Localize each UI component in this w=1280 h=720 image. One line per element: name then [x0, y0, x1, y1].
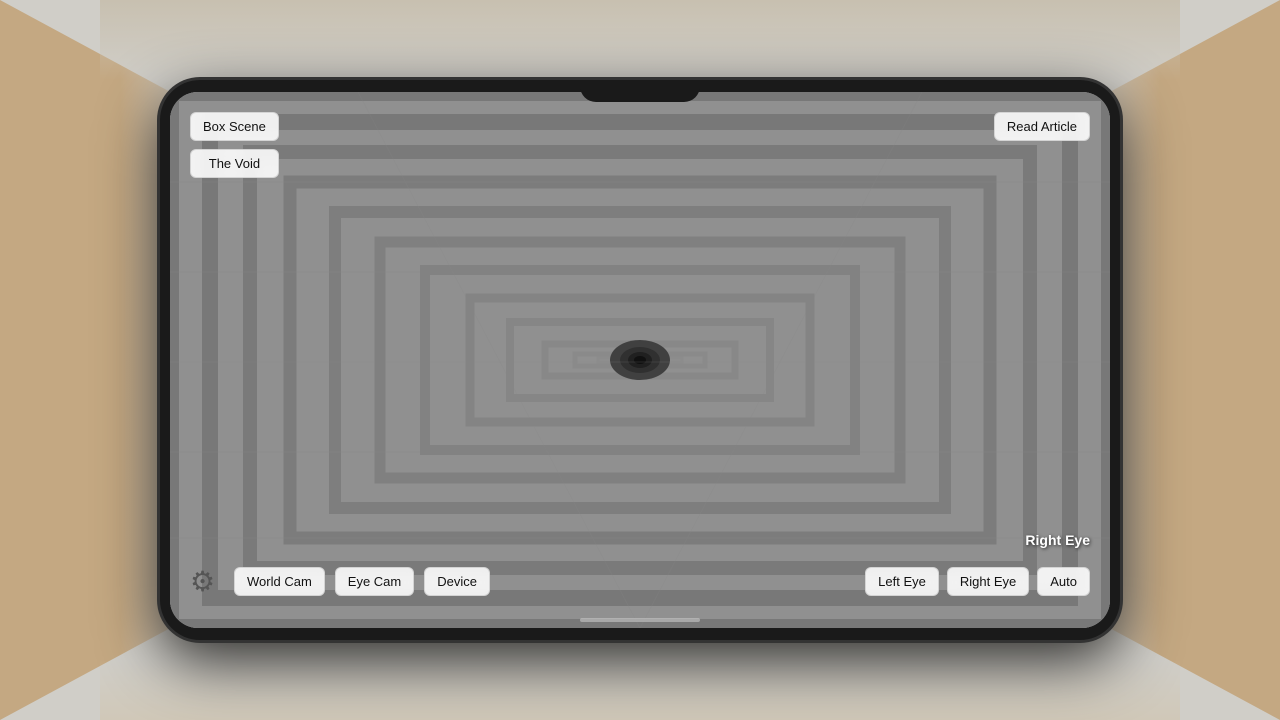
- world-cam-button[interactable]: World Cam: [234, 567, 325, 596]
- settings-icon[interactable]: ⚙: [190, 564, 224, 598]
- top-left-buttons: Box Scene The Void: [190, 112, 279, 178]
- bottom-controls: ⚙ World Cam Eye Cam Device Left Eye Righ…: [170, 564, 1110, 598]
- box-scene-button[interactable]: Box Scene: [190, 112, 279, 141]
- eye-cam-button[interactable]: Eye Cam: [335, 567, 414, 596]
- hand-bottom: [100, 660, 1180, 720]
- top-right-buttons: Read Article: [994, 112, 1090, 141]
- read-article-button[interactable]: Read Article: [994, 112, 1090, 141]
- home-indicator: [580, 618, 700, 622]
- phone-device: Box Scene The Void Read Article Right Ey…: [160, 80, 1120, 640]
- right-eye-button[interactable]: Right Eye: [947, 567, 1029, 596]
- active-view-label: Right Eye: [1025, 532, 1090, 548]
- phone-screen: Box Scene The Void Read Article Right Ey…: [170, 92, 1110, 628]
- bottom-right-controls: Left Eye Right Eye Auto: [865, 567, 1090, 596]
- the-void-button[interactable]: The Void: [190, 149, 279, 178]
- phone-notch: [580, 80, 700, 102]
- hand-top: [100, 0, 1180, 80]
- bottom-left-controls: ⚙ World Cam Eye Cam Device: [190, 564, 490, 598]
- ui-overlay: Box Scene The Void Read Article Right Ey…: [170, 92, 1110, 628]
- left-eye-button[interactable]: Left Eye: [865, 567, 939, 596]
- device-button[interactable]: Device: [424, 567, 490, 596]
- auto-button[interactable]: Auto: [1037, 567, 1090, 596]
